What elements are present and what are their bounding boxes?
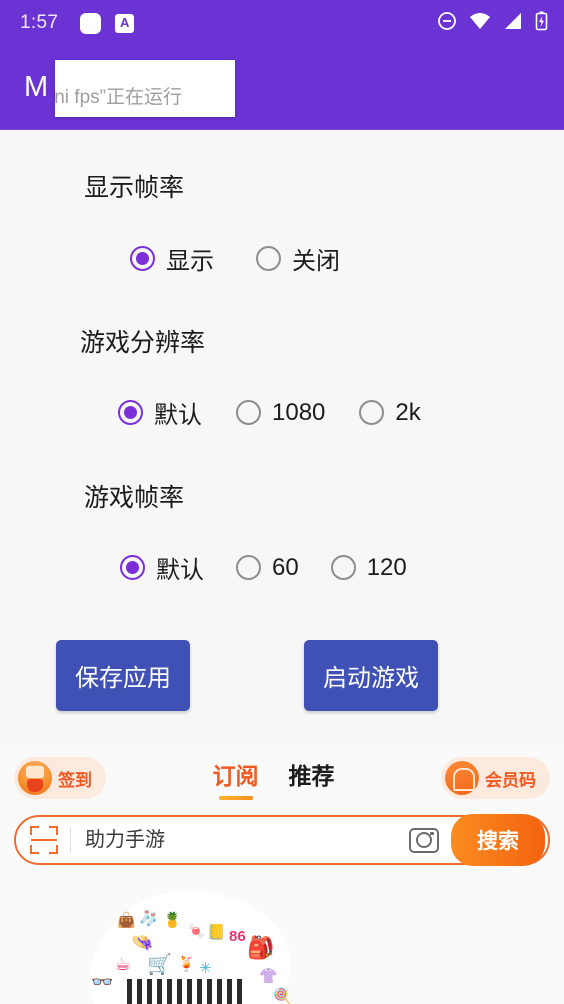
radio-label: 60 <box>272 553 299 581</box>
radio-option-resolution-2k[interactable]: 2k <box>359 398 421 427</box>
radio-group-display-fps: 显示 关闭 <box>0 204 564 276</box>
promo-icon: 🍭 <box>273 988 292 1004</box>
radio-label: 1080 <box>272 398 326 426</box>
promo-icon: 👜 <box>117 912 136 929</box>
section-title-display-fps: 显示帧率 <box>84 174 185 202</box>
radio-icon[interactable] <box>236 555 261 580</box>
checkin-button[interactable]: 签到 <box>14 757 106 799</box>
promo-icon: ✳ <box>199 960 212 977</box>
radio-option-fps-default[interactable]: 默认 <box>120 550 204 585</box>
radio-label: 120 <box>366 553 407 581</box>
promo-icon: 📒 <box>207 924 226 941</box>
radio-group-game-resolution: 默认 1080 2k <box>0 359 564 430</box>
radio-icon[interactable] <box>120 555 145 580</box>
promo-icon: 🎒 <box>247 935 275 960</box>
radio-group-game-fps: 默认 60 120 <box>0 514 564 585</box>
search-button[interactable]: 搜索 <box>451 814 545 866</box>
radio-label: 2k <box>395 398 421 426</box>
radio-option-display-fps-on[interactable]: 显示 <box>130 241 214 276</box>
radio-icon[interactable] <box>118 400 143 425</box>
promo-qr-code <box>127 979 245 1004</box>
toast-text: ini fps”正在运行 <box>55 86 182 108</box>
radio-icon[interactable] <box>359 400 385 425</box>
promo-icon: 🍹 <box>177 956 196 973</box>
tab-recommend[interactable]: 推荐 <box>289 757 335 800</box>
ad-banner: 签到 订阅 推荐 会员码 搜索 👜 🧦 🍍 🍬 📒 86 🎒 👒 <box>0 745 564 1004</box>
promo-icon: 🧦 <box>139 910 158 927</box>
radio-label: 默认 <box>156 557 204 584</box>
radio-icon[interactable] <box>330 555 356 580</box>
checkin-label: 签到 <box>58 770 92 790</box>
settings-content: 显示帧率 显示 关闭 游戏分辨率 默认 1080 2k 游戏帧率 默认 60 1… <box>0 130 564 711</box>
search-bar: 搜索 <box>14 814 550 866</box>
radio-option-resolution-1080[interactable]: 1080 <box>236 399 325 427</box>
launch-game-button[interactable]: 启动游戏 <box>304 640 438 711</box>
scan-icon[interactable] <box>30 826 58 854</box>
save-app-button[interactable]: 保存应用 <box>56 640 190 711</box>
radio-option-resolution-default[interactable]: 默认 <box>118 395 202 430</box>
member-code-button[interactable]: 会员码 <box>441 757 550 799</box>
promo-icon: 🍍 <box>163 912 182 929</box>
wifi-icon <box>469 12 491 35</box>
tab-subscribe[interactable]: 订阅 <box>213 757 259 800</box>
promo-icon: 🛒 <box>147 954 172 976</box>
section-title-game-resolution: 游戏分辨率 <box>80 329 206 357</box>
radio-label: 显示 <box>166 248 214 275</box>
member-code-label: 会员码 <box>485 770 536 790</box>
radio-option-fps-120[interactable]: 120 <box>330 553 407 582</box>
cellular-signal-icon <box>503 12 523 35</box>
status-bar: 1:57 A <box>0 0 564 46</box>
toast-notification: ini fps”正在运行 <box>55 60 235 117</box>
status-bar-left-icons: A <box>80 12 135 34</box>
action-button-row: 保存应用 启动游戏 <box>0 585 564 711</box>
search-divider <box>70 828 71 852</box>
status-bar-right-icons <box>437 11 548 36</box>
ad-top-bar: 签到 订阅 推荐 会员码 <box>0 745 564 811</box>
radio-option-display-fps-off[interactable]: 关闭 <box>256 241 340 276</box>
promo-icon: 👒 <box>131 932 154 952</box>
member-badge-icon <box>445 761 479 795</box>
section-title-game-fps: 游戏帧率 <box>84 484 185 512</box>
status-bar-time: 1:57 <box>20 12 59 33</box>
app-bar: M ini fps”正在运行 <box>0 46 564 130</box>
radio-icon[interactable] <box>236 400 261 425</box>
camera-icon[interactable] <box>409 827 439 853</box>
ad-tabs: 订阅 推荐 <box>213 757 335 800</box>
promo-icon: 👓 <box>91 972 114 992</box>
battery-charging-icon <box>535 11 548 36</box>
input-method-a-icon: A <box>115 13 135 33</box>
notification-blob-icon <box>80 12 102 34</box>
promo-icon: 👚 <box>259 968 278 985</box>
promo-icon: 🍬 <box>187 923 206 940</box>
promo-graphic[interactable]: 👜 🧦 🍍 🍬 📒 86 🎒 👒 ☕ 🛒 🍹 ✳ 👚 👓 🍭 <box>0 883 564 1004</box>
radio-icon[interactable] <box>130 246 155 271</box>
radio-label: 默认 <box>154 402 202 429</box>
promo-icon: ☕ <box>115 954 132 974</box>
do-not-disturb-icon <box>437 11 457 36</box>
mascot-icon <box>18 761 52 795</box>
radio-icon[interactable] <box>256 246 281 271</box>
radio-option-fps-60[interactable]: 60 <box>236 554 299 582</box>
search-input[interactable] <box>85 828 409 852</box>
app-title: M <box>24 71 49 103</box>
radio-label: 关闭 <box>292 248 340 275</box>
promo-icon-86: 86 <box>229 928 246 945</box>
